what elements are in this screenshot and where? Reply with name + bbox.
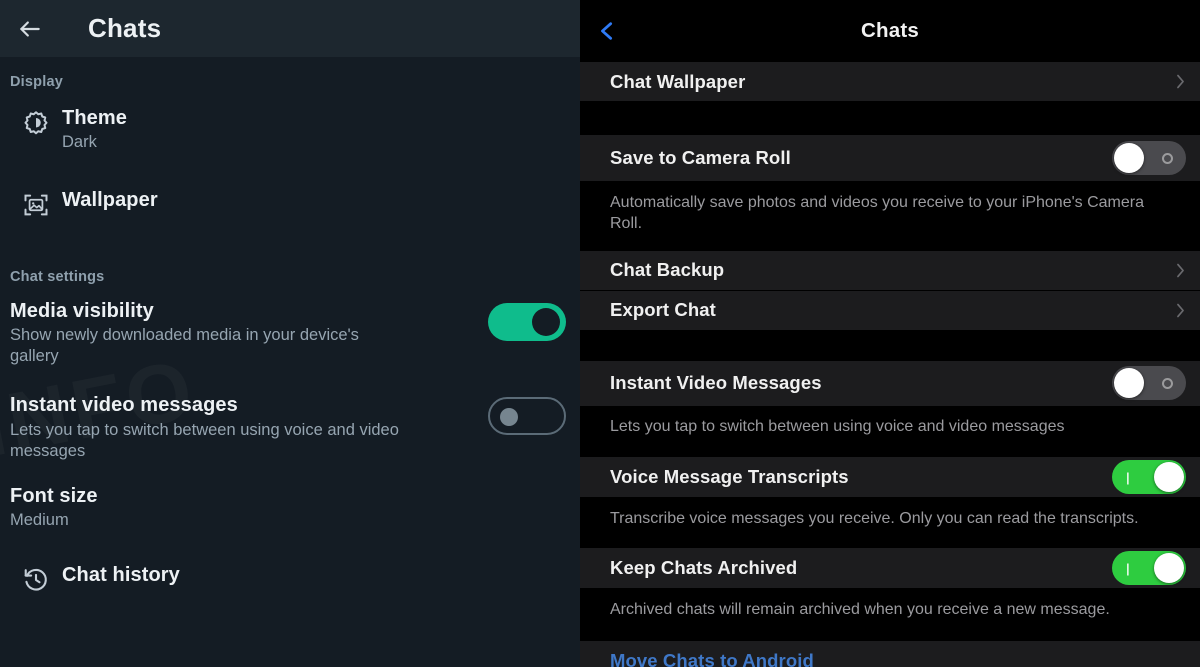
android-row-media-visibility-title: Media visibility bbox=[10, 299, 154, 322]
ios-row-voice-message-transcripts[interactable]: Voice Message Transcripts | bbox=[580, 457, 1200, 498]
toggle-off-mark bbox=[1162, 152, 1173, 164]
toggle-knob bbox=[1114, 143, 1144, 173]
ios-row-keep-chats-archived[interactable]: Keep Chats Archived | bbox=[580, 548, 1200, 589]
android-row-chat-history-title: Chat history bbox=[62, 564, 180, 587]
ios-row-export-chat[interactable]: Export Chat bbox=[580, 289, 1200, 330]
ios-settings-body: Chat Wallpaper Save to Camera Roll Autom… bbox=[580, 62, 1200, 667]
ios-row-keep-chats-archived-label: Keep Chats Archived bbox=[610, 557, 798, 579]
android-row-font-size-text: Font size Medium bbox=[10, 484, 566, 532]
android-row-theme-value: Dark bbox=[62, 133, 97, 152]
android-row-theme[interactable]: Theme Dark bbox=[0, 90, 580, 154]
toggle-knob bbox=[532, 307, 560, 336]
toggle-on-mark: | bbox=[1126, 560, 1130, 576]
android-row-wallpaper-title: Wallpaper bbox=[62, 188, 158, 211]
ios-row-save-to-camera-roll-label: Save to Camera Roll bbox=[610, 147, 791, 168]
ios-chats-settings-panel: INFO Chats Chat Wallpaper bbox=[580, 0, 1200, 667]
ios-footer-voice-message-transcripts: Transcribe voice messages you receive. O… bbox=[580, 497, 1200, 549]
ios-row-instant-video-messages[interactable]: Instant Video Messages bbox=[580, 360, 1200, 406]
ios-row-export-chat-label: Export Chat bbox=[610, 299, 716, 321]
section-label-chat-settings: Chat settings bbox=[10, 268, 105, 285]
ios-footer-instant-video-messages: Lets you tap to switch between using voi… bbox=[580, 405, 1200, 458]
ios-footer-save-to-camera-roll: Automatically save photos and videos you… bbox=[580, 181, 1200, 251]
android-app-bar: Chats bbox=[0, 0, 580, 57]
android-row-chat-history[interactable]: Chat history bbox=[0, 531, 580, 594]
ios-row-chat-backup-label: Chat Backup bbox=[610, 259, 725, 281]
chevron-left-icon[interactable] bbox=[596, 16, 618, 46]
android-row-theme-title: Theme bbox=[62, 107, 127, 129]
chevron-right-icon bbox=[1175, 73, 1186, 90]
theme-contrast-icon bbox=[10, 106, 62, 139]
toggle-off-mark bbox=[1162, 377, 1173, 389]
section-label-display: Display bbox=[10, 74, 63, 90]
save-to-camera-roll-toggle[interactable] bbox=[1112, 141, 1186, 175]
toggle-knob bbox=[1154, 553, 1184, 584]
ios-row-voice-message-transcripts-label: Voice Message Transcripts bbox=[610, 466, 849, 488]
android-row-chat-history-text: Chat history bbox=[62, 563, 566, 587]
instant-video-messages-toggle[interactable] bbox=[1112, 366, 1186, 401]
android-row-wallpaper[interactable]: Wallpaper bbox=[0, 154, 580, 219]
android-row-wallpaper-text: Wallpaper bbox=[62, 188, 566, 212]
ios-nav-bar: Chats bbox=[580, 0, 1200, 62]
instant-video-messages-toggle[interactable] bbox=[488, 397, 566, 436]
ios-page-title: Chats bbox=[861, 19, 919, 42]
keep-chats-archived-toggle[interactable]: | bbox=[1112, 551, 1186, 586]
android-row-media-visibility-sub: Show newly downloaded media in your devi… bbox=[10, 325, 359, 365]
android-row-font-size-value: Medium bbox=[10, 511, 69, 530]
ios-row-chat-wallpaper[interactable]: Chat Wallpaper bbox=[580, 62, 1200, 101]
android-row-font-size[interactable]: Font size Medium bbox=[0, 462, 580, 532]
ios-footer-keep-chats-archived: Archived chats will remain archived when… bbox=[580, 588, 1200, 641]
android-row-media-visibility-text: Media visibility Show newly downloaded m… bbox=[10, 299, 488, 368]
voice-message-transcripts-toggle[interactable]: | bbox=[1112, 460, 1186, 495]
android-settings-body: Display Theme Dark Wallpaper Chat settin… bbox=[0, 57, 580, 594]
back-arrow-icon[interactable] bbox=[10, 9, 50, 49]
toggle-knob bbox=[1154, 462, 1184, 493]
ios-section-gap bbox=[580, 101, 1200, 135]
ios-row-instant-video-messages-label: Instant Video Messages bbox=[610, 372, 822, 394]
android-row-instant-video-messages-sub: Lets you tap to switch between using voi… bbox=[10, 420, 399, 460]
chevron-right-icon bbox=[1175, 262, 1186, 279]
toggle-on-mark: | bbox=[1126, 469, 1130, 485]
android-row-theme-text: Theme Dark bbox=[62, 106, 566, 154]
media-visibility-toggle[interactable] bbox=[488, 302, 566, 341]
ios-row-move-chats-to-android[interactable]: Move Chats to Android bbox=[580, 640, 1200, 667]
ios-row-move-chats-to-android-label: Move Chats to Android bbox=[610, 649, 814, 667]
ios-row-save-to-camera-roll[interactable]: Save to Camera Roll bbox=[580, 135, 1200, 181]
android-row-instant-video-messages-title: Instant video messages bbox=[10, 394, 238, 417]
android-row-instant-video-messages[interactable]: Instant video messages Lets you tap to s… bbox=[0, 367, 580, 462]
settings-comparison-screenshot: INFO Chats Display bbox=[0, 0, 1200, 667]
chevron-right-icon bbox=[1175, 302, 1186, 319]
ios-section-gap bbox=[580, 329, 1200, 361]
android-row-instant-video-messages-text: Instant video messages Lets you tap to s… bbox=[10, 393, 488, 462]
chat-history-clock-icon bbox=[10, 563, 62, 594]
ios-row-chat-backup[interactable]: Chat Backup bbox=[580, 250, 1200, 290]
toggle-knob bbox=[1114, 368, 1144, 399]
toggle-knob bbox=[500, 408, 518, 427]
android-row-font-size-title: Font size bbox=[10, 484, 98, 507]
ios-row-chat-wallpaper-label: Chat Wallpaper bbox=[610, 70, 746, 92]
wallpaper-image-icon bbox=[10, 188, 62, 219]
android-page-title: Chats bbox=[88, 13, 162, 43]
android-row-media-visibility[interactable]: Media visibility Show newly downloaded m… bbox=[0, 285, 580, 368]
android-chats-settings-panel: INFO Chats Display bbox=[0, 0, 580, 667]
